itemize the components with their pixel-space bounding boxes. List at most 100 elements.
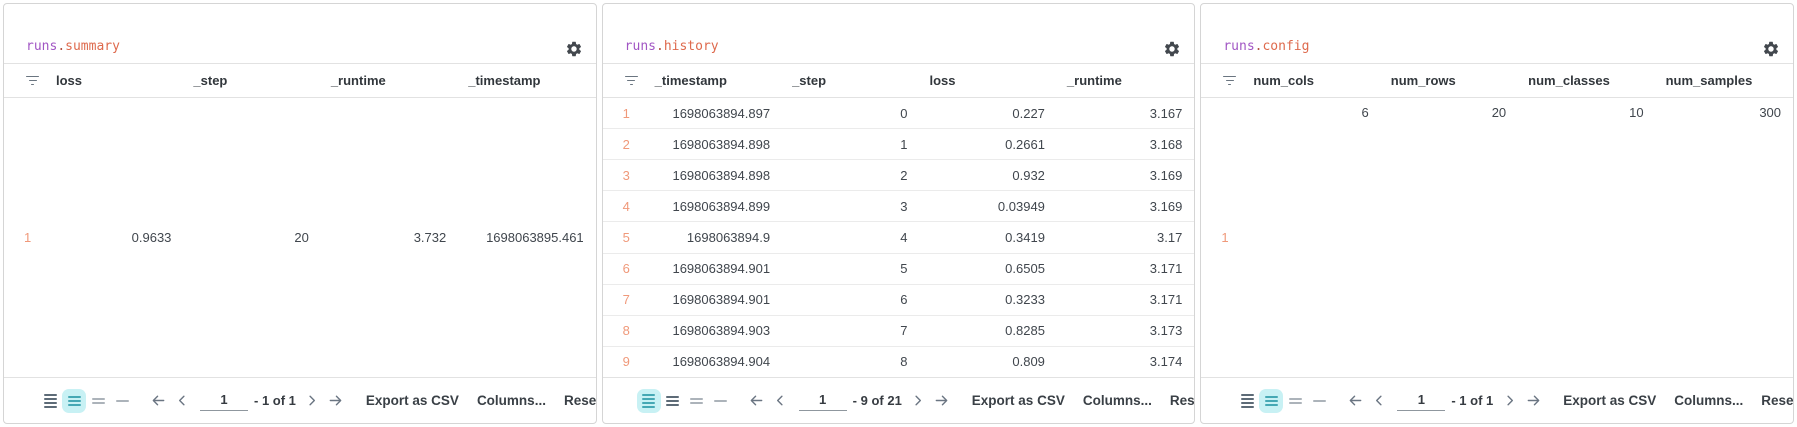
table-body: 1 6 20 10 300 — [1201, 98, 1793, 377]
row-height-compact-button[interactable] — [636, 388, 661, 413]
table-cell: 1698063894.903 — [672, 323, 771, 339]
table-cell: 3.167 — [1149, 105, 1183, 121]
columns-button[interactable]: Columns... — [1674, 393, 1743, 408]
row-height-tall-button[interactable] — [86, 389, 110, 413]
panel-title-separator: . — [655, 39, 664, 54]
row-height-extra-tall-button[interactable] — [110, 389, 134, 413]
previous-page-button[interactable] — [1367, 389, 1391, 413]
first-page-button[interactable] — [146, 389, 170, 413]
table-cell: 3.171 — [1149, 261, 1183, 277]
filter-button[interactable] — [623, 73, 640, 89]
row-height-options — [636, 388, 733, 413]
table-cell: 3.732 — [413, 230, 447, 245]
last-page-button[interactable] — [324, 389, 348, 413]
panel-title-separator: . — [57, 39, 66, 54]
panel-header: runs.history — [602, 4, 1195, 64]
table-panel: runs.config num_cols num_rows num_classes n… — [1200, 3, 1795, 424]
previous-page-button[interactable] — [170, 389, 194, 413]
next-page-button[interactable] — [1497, 389, 1521, 413]
table-cell: 3.168 — [1149, 136, 1183, 152]
panel-title-suffix: summary — [65, 39, 120, 54]
column-header-_step[interactable]: _step — [183, 73, 320, 88]
table-cell: 1698063894.898 — [672, 136, 771, 152]
next-page-button[interactable] — [300, 389, 324, 413]
table-cell: 3.171 — [1149, 292, 1183, 308]
chevron-left-icon — [175, 393, 190, 408]
column-header-num_samples[interactable]: num_samples — [1656, 73, 1793, 88]
filter-button[interactable] — [1221, 73, 1238, 89]
table-cell: 0.8285 — [1005, 323, 1045, 339]
row-height-medium-button[interactable] — [1259, 388, 1284, 413]
row-height-medium-icon — [666, 395, 680, 406]
column-header-num_classes[interactable]: num_classes — [1518, 73, 1655, 88]
reset-table-button[interactable]: Reset table — [1761, 393, 1793, 408]
column-header-num_cols[interactable]: num_cols — [1243, 73, 1380, 88]
row-height-extra-tall-button[interactable] — [1307, 389, 1331, 413]
page-number-input[interactable] — [798, 390, 847, 411]
row-height-compact-button[interactable] — [1235, 389, 1259, 413]
column-header-loss[interactable]: loss — [46, 73, 183, 88]
panel-settings-button[interactable] — [1762, 40, 1780, 58]
filter-button[interactable] — [24, 73, 41, 89]
column-header-row: _timestamp _step loss _runtime — [602, 64, 1195, 98]
page-number-input[interactable] — [1397, 390, 1446, 411]
reset-table-button[interactable]: Reset table — [564, 393, 596, 408]
table-cell: 0.3419 — [1005, 229, 1045, 245]
panel-header: runs.summary — [4, 4, 596, 64]
row-height-tall-icon — [690, 397, 704, 404]
table-cell: 5 — [900, 261, 908, 277]
column-header-_timestamp[interactable]: _timestamp — [645, 73, 782, 88]
export-csv-button[interactable]: Export as CSV — [1563, 393, 1656, 408]
page-range-label: - 1 of 1 — [254, 393, 296, 408]
row-height-options — [38, 388, 134, 413]
table-cell: 0.9633 — [131, 230, 172, 245]
row-height-compact-icon — [43, 393, 57, 408]
arrow-left-icon — [151, 393, 166, 408]
row-height-extra-tall-icon — [1312, 399, 1326, 402]
export-csv-button[interactable]: Export as CSV — [972, 393, 1065, 408]
columns-button[interactable]: Columns... — [477, 393, 546, 408]
table-cell: 3.17 — [1157, 229, 1183, 245]
column-header-num_rows[interactable]: num_rows — [1381, 73, 1518, 88]
row-height-medium-button[interactable] — [661, 389, 685, 413]
row-height-extra-tall-button[interactable] — [709, 389, 733, 413]
gear-icon — [1163, 40, 1181, 58]
table-cell: 1698063895.461 — [486, 230, 584, 245]
first-page-button[interactable] — [1343, 389, 1367, 413]
previous-page-button[interactable] — [769, 389, 793, 413]
last-page-button[interactable] — [930, 389, 954, 413]
row-height-extra-tall-icon — [714, 399, 728, 402]
column-header-_runtime[interactable]: _runtime — [321, 73, 458, 88]
panel-settings-button[interactable] — [565, 40, 583, 58]
row-height-compact-button[interactable] — [38, 389, 62, 413]
row-index: 8 — [622, 323, 630, 339]
column-header-loss[interactable]: loss — [920, 73, 1057, 88]
row-index: 3 — [622, 167, 630, 183]
column-header-_runtime[interactable]: _runtime — [1057, 73, 1194, 88]
page-number-input[interactable] — [200, 390, 248, 411]
chevron-left-icon — [1372, 393, 1387, 408]
row-height-medium-button[interactable] — [62, 388, 86, 413]
panel-settings-button[interactable] — [1163, 40, 1181, 58]
table-body: 1 0.9633 20 3.732 1698063895.461 — [4, 98, 596, 377]
table-panel: runs.history _timestamp _step loss _runtime… — [601, 3, 1196, 424]
panel-title: runs.config — [1223, 39, 1309, 54]
table-cell: 0.227 — [1012, 105, 1045, 121]
column-header-_timestamp[interactable]: _timestamp — [458, 73, 595, 88]
row-height-medium-icon — [67, 395, 81, 406]
row-index: 7 — [622, 292, 630, 308]
row-height-tall-button[interactable] — [685, 389, 709, 413]
row-index: 4 — [622, 198, 630, 214]
next-page-button[interactable] — [906, 389, 930, 413]
table-cell: 7 — [900, 323, 908, 339]
table-cell: 0.2661 — [1005, 136, 1045, 152]
first-page-button[interactable] — [745, 389, 769, 413]
reset-table-button[interactable]: Reset table — [1170, 393, 1195, 408]
last-page-button[interactable] — [1521, 389, 1545, 413]
row-height-tall-button[interactable] — [1283, 389, 1307, 413]
table-body: 1 1698063894.897 0 0.227 3.167 2 1698063894.89… — [602, 98, 1195, 377]
export-csv-button[interactable]: Export as CSV — [366, 393, 459, 408]
table-cell: 1698063894.898 — [672, 167, 771, 183]
column-header-_step[interactable]: _step — [782, 73, 919, 88]
columns-button[interactable]: Columns... — [1083, 393, 1152, 408]
